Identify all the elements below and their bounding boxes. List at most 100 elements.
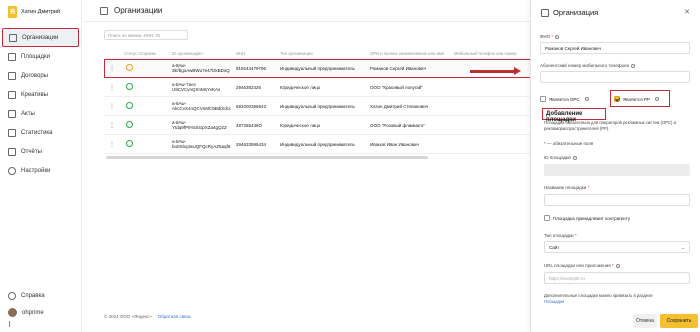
table-row[interactable]: ⋮ a-8Aw-Ytdq9fP9YaSGpXZa4gQ2Z 487265439O… [104, 116, 532, 135]
table-row[interactable]: ⋮ a-8Aw-3E/bgoAwBWu7e47lzkBDxQ 819244479… [104, 59, 532, 78]
fio-label: ФИО * [540, 34, 560, 39]
close-icon[interactable]: ✕ [684, 8, 690, 16]
cell-id: a-8Aw-3E/bgoAwBWu7e47lzkBDxQ [172, 63, 230, 73]
platforms-link[interactable]: Площадки [544, 299, 564, 304]
table-row[interactable]: ⋮ a-8Aw-bu0Xbq4aUQFQcRyAZ5aqf8 294633995… [104, 135, 532, 154]
info-icon[interactable] [615, 263, 620, 268]
required-note: * — обязательные поля [544, 141, 594, 146]
row-menu-icon[interactable]: ⋮ [104, 65, 124, 72]
yandex-logo: Я [8, 6, 17, 18]
feedback-link[interactable]: Обратная связь [158, 314, 191, 319]
phone-label: Абонентский номер мобильного телефона [540, 63, 636, 68]
sidebar-item-creatives[interactable]: Креативы [0, 85, 81, 104]
ok-status-icon [126, 121, 133, 128]
settings-icon [8, 166, 16, 175]
is-ors-checkbox[interactable]: Является ОРС [540, 96, 589, 102]
add-platform-title: Добавление площадки [542, 108, 606, 123]
platform-id-label: ID площадки [544, 155, 577, 160]
platform-name-field[interactable] [544, 194, 690, 206]
search-input[interactable]: Поиск по имени, ИНН, ID [104, 30, 188, 40]
checkbox-icon [540, 96, 546, 102]
row-menu-icon[interactable]: ⋮ [104, 103, 124, 110]
sidebar-item-label: Статистика [21, 129, 53, 136]
table-row[interactable]: ⋮ a-8Aw-7ace U9CVCvnQXnMsYvKAs 294638242… [104, 78, 532, 97]
cell-id: a-8Aw-AkcCvX4nQCVnMC9BdiXdcc [172, 101, 232, 111]
cell-inn: 487265439O [236, 122, 263, 128]
user-block[interactable]: Я Хатин Дмитрий [0, 0, 81, 20]
column-header[interactable]: Статус отправки [124, 51, 172, 56]
horizontal-scrollbar[interactable] [106, 156, 428, 159]
cell-id: a-8Aw-Ytdq9fP9YaSGpXZa4gQ2Z [172, 120, 227, 130]
creative-icon [8, 90, 16, 99]
sidebar-nav: Организации Площадки Договоры Креативы А… [0, 28, 81, 180]
sidebar-item-label: Площадки [21, 53, 50, 60]
avatar [8, 308, 17, 317]
page-header: Организации [82, 0, 530, 22]
cell-name: Хатин Дмитрий Степанович [370, 103, 429, 109]
collapse-sidebar-icon[interactable] [9, 321, 17, 327]
phone-field[interactable] [540, 71, 690, 83]
table-header: Статус отправки ID организации ↓ ИНН Тип… [104, 48, 532, 59]
page-title: Организации [114, 6, 163, 15]
info-icon[interactable] [631, 63, 636, 68]
cell-type: Индивидуальный предприниматель [280, 103, 355, 109]
row-menu-icon[interactable]: ⋮ [104, 141, 124, 148]
sidebar-item-label: Креативы [21, 91, 48, 98]
statistics-icon [8, 128, 16, 137]
sidebar-item-settings[interactable]: Настройки [0, 161, 81, 180]
column-header[interactable]: Тип организации [280, 51, 370, 56]
column-header[interactable]: ОРИ и полное наименование или имя [370, 51, 454, 56]
save-button[interactable]: Сохранить [660, 314, 698, 328]
sidebar-item-organizations[interactable]: Организации [2, 28, 79, 47]
sidebar-item-label: Настройки [21, 167, 51, 174]
column-header[interactable]: ИНН [236, 51, 280, 56]
cell-id: a-8Aw-7ace U9CVCvnQXnMsYvKAs [172, 82, 221, 92]
ok-status-icon [126, 83, 133, 90]
panel-header: Организация [531, 0, 700, 25]
sidebar: Я Хатин Дмитрий Организации Площадки Дог… [0, 0, 82, 332]
column-header[interactable]: Мобильный телефон или номер [454, 51, 532, 56]
user-name: Хатин Дмитрий [21, 9, 61, 15]
sidebar-item-acts[interactable]: Акты [0, 104, 81, 123]
help-label: Справка [21, 292, 45, 299]
sidebar-item-platforms[interactable]: Площадки [0, 47, 81, 66]
info-icon[interactable] [584, 97, 589, 101]
fio-field[interactable]: Романов Сергей Иванович [540, 42, 690, 54]
organization-icon [541, 8, 549, 17]
sidebar-item-help[interactable]: Справка [0, 287, 82, 304]
cell-name: Романов Сергей Иванович [370, 65, 426, 71]
highlight-box [610, 90, 670, 107]
cell-type: Юридическое лицо [280, 122, 321, 128]
row-menu-icon[interactable]: ⋮ [104, 122, 124, 129]
cell-name: ООО "Розовый фламинго" [370, 122, 425, 128]
sidebar-item-label: Акты [21, 110, 35, 117]
chevron-down-icon: ⌄ [680, 245, 685, 251]
cell-inn: 2946382426 [236, 84, 262, 90]
belongs-to-counterparty-checkbox[interactable]: Площадка принадлежит контрагенту [544, 215, 630, 221]
cell-name: Иванов Иван Иванович [370, 141, 419, 147]
url-field[interactable]: https://example.ru [544, 272, 690, 284]
copyright-text: © 2024 ООО «Яндекс» [104, 314, 152, 319]
info-icon[interactable] [555, 34, 560, 39]
platform-type-select[interactable]: Сайт ⌄ [544, 241, 690, 253]
sidebar-item-label: Организации [22, 34, 59, 41]
sidebar-item-label: Отчёты [21, 148, 42, 155]
sidebar-item-contracts[interactable]: Договоры [0, 66, 81, 85]
sidebar-item-reports[interactable]: Отчёты [0, 142, 81, 161]
table-row[interactable]: ⋮ a-8Aw-AkcCvX4nQCVnMC9BdiXdcc 691000396… [104, 97, 532, 116]
sidebar-item-account[interactable]: ohprime [0, 304, 82, 321]
page-footer: © 2024 ООО «Яндекс» Обратная связь [104, 314, 191, 319]
cancel-button[interactable]: Отмена [633, 314, 657, 328]
account-label: ohprime [22, 309, 44, 316]
cell-type: Юридическое лицо [280, 84, 321, 90]
help-icon [8, 291, 16, 300]
organization-icon [100, 6, 108, 15]
column-header[interactable]: ID организации ↓ [172, 51, 236, 56]
row-menu-icon[interactable]: ⋮ [104, 84, 124, 91]
sidebar-item-statistics[interactable]: Статистика [0, 123, 81, 142]
organization-icon [9, 33, 17, 42]
sidebar-bottom: Справка ohprime [0, 287, 82, 332]
cell-inn: 691000396943 [236, 103, 267, 109]
info-icon[interactable] [572, 155, 577, 160]
platform-id-field [544, 164, 690, 176]
